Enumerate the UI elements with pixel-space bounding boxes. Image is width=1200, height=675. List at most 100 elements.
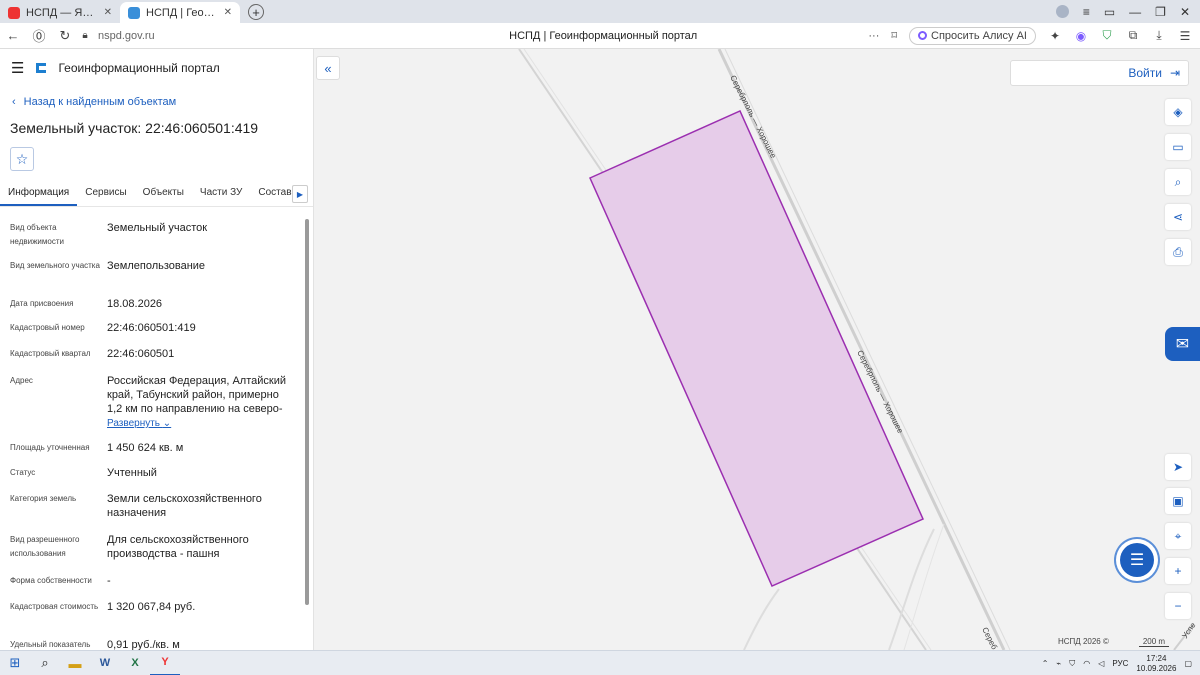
feedback-widget-button[interactable]: ✉ <box>1165 327 1200 361</box>
close-icon[interactable]: ✕ <box>104 7 112 18</box>
maximize-icon[interactable]: ❐ <box>1155 5 1166 19</box>
new-tab-button[interactable]: + <box>248 4 264 20</box>
network-icon[interactable]: ⌁ <box>1056 659 1061 668</box>
attribute-key: Форма собственности <box>10 576 92 585</box>
attribution-text: НСПД 2026 © <box>1058 637 1109 646</box>
wifi-icon[interactable]: ◠ <box>1083 659 1090 668</box>
page-title-bar: НСПД | Геоинформационный портал <box>509 29 698 42</box>
back-arrow-icon[interactable]: ← <box>0 28 26 43</box>
tabs-scroll-right-button[interactable]: ▶ <box>292 185 308 203</box>
bookmark-icon[interactable]: ⌑ <box>891 29 897 42</box>
pin-search-icon: ⌖ <box>1174 528 1182 543</box>
scale-bar: 200 m <box>1138 637 1170 647</box>
share-icon: ⋖ <box>1172 210 1184 224</box>
browser-tab-yandex[interactable]: НСПД — Яндекс: нашлось ✕ <box>0 2 120 23</box>
profile-avatar[interactable] <box>1055 5 1069 18</box>
puzzle-icon[interactable]: ⧉ <box>1126 28 1140 43</box>
hamburger-menu-icon[interactable]: ☰ <box>11 59 24 77</box>
portal-logo-icon <box>36 63 47 73</box>
area-search-button[interactable]: ⌕ <box>1165 169 1191 195</box>
bookmark-manager-icon[interactable]: ▭ <box>1104 5 1115 19</box>
language-indicator[interactable]: РУС <box>1112 659 1128 668</box>
favorite-star-button[interactable]: ☆ <box>10 147 34 171</box>
reload-icon[interactable]: ↻ <box>52 28 78 44</box>
login-button[interactable]: Войти ⇥ <box>1010 60 1189 86</box>
search-icon[interactable]: ⌕ <box>30 651 60 675</box>
address-bar: ← ⓪ ↻ 🔒︎ nspd.gov.ru НСПД | Геоинформаци… <box>0 23 1200 49</box>
browser-tab-nspd[interactable]: НСПД | Геоинформацио ✕ <box>120 2 240 23</box>
attribute-key: Кадастровая стоимость <box>10 602 99 611</box>
tab-parcel-parts[interactable]: Части ЗУ <box>192 181 250 206</box>
geo-search-button[interactable]: ⌖ <box>1165 523 1191 549</box>
menu-icon[interactable]: ☰ <box>1178 29 1192 43</box>
download-icon[interactable]: ⤓ <box>1152 28 1166 43</box>
chat-assistant-button[interactable]: ☰ <box>1120 543 1154 577</box>
map-canvas[interactable]: Серебрполь — Хорошее Серебрполь — Хороше… <box>314 49 1200 650</box>
locate-me-button[interactable]: ➤ <box>1165 454 1191 480</box>
panel-scrollbar[interactable] <box>304 215 310 647</box>
back-to-results-link[interactable]: ‹ Назад к найденным объектам <box>12 96 176 108</box>
excel-icon[interactable]: X <box>120 651 150 675</box>
attribute-value: Учтенный <box>107 467 157 479</box>
extension-icon[interactable]: ◉ <box>1074 29 1088 43</box>
chevron-down-icon: ⌄ <box>162 418 172 429</box>
volume-icon[interactable]: ◁ <box>1098 659 1104 668</box>
minimize-icon[interactable]: — <box>1129 5 1141 19</box>
more-icon[interactable]: ··· <box>868 30 879 42</box>
tab-objects[interactable]: Объекты <box>135 181 192 206</box>
alice-icon <box>918 31 928 40</box>
back-link-label: Назад к найденным объектам <box>23 96 177 108</box>
ruler-button[interactable]: ▭ <box>1165 134 1191 160</box>
attribute-key: Адрес <box>10 376 33 385</box>
attribute-key: Категория земель <box>10 494 77 503</box>
attribute-value: Землепользование <box>107 260 206 272</box>
shield-icon[interactable]: ⛉ <box>1100 28 1114 43</box>
url-text[interactable]: nspd.gov.ru <box>98 30 338 42</box>
chevron-up-icon[interactable]: ⌃ <box>1042 659 1049 668</box>
tab-services[interactable]: Сервисы <box>77 181 134 206</box>
windows-start-icon[interactable]: ⊞ <box>0 651 30 675</box>
share-button[interactable]: ⋖ <box>1165 204 1191 230</box>
info-tabs: Информация Сервисы Объекты Части ЗУ Сост… <box>0 181 313 207</box>
scrollbar-thumb[interactable] <box>305 219 309 605</box>
extension-icon[interactable]: ✦ <box>1048 29 1062 43</box>
file-explorer-icon[interactable]: ▬ <box>60 651 90 675</box>
login-arrow-icon: ⇥ <box>1169 66 1180 80</box>
attribute-value: 22:46:060501:419 <box>107 322 196 334</box>
ruler-icon: ▭ <box>1172 140 1184 154</box>
close-icon[interactable]: ✕ <box>224 7 232 18</box>
tab-information[interactable]: Информация <box>0 181 78 206</box>
attribute-value: Земли сельскохозяйственного назначения <box>107 493 262 519</box>
notifications-icon[interactable]: ▢ <box>1184 659 1192 668</box>
map-svg: Серебрполь — Хорошее Серебрполь — Хороше… <box>314 49 1200 650</box>
yandex-browser-icon[interactable]: Y <box>150 651 180 675</box>
tab-title: НСПД — Яндекс: нашлось <box>26 6 98 19</box>
print-button[interactable]: ⎙ <box>1165 239 1191 265</box>
attribute-key: Кадастровый номер <box>10 323 85 332</box>
map-attribution: НСПД 2026 © 200 m <box>1058 637 1170 647</box>
alice-label: Спросить Алису AI <box>931 29 1027 42</box>
expand-address-link[interactable]: Развернуть ⌄ <box>107 417 297 431</box>
attribute-key: Удельный показатель <box>10 640 91 649</box>
attribute-value: 22:46:060501 <box>107 348 175 360</box>
zoom-in-button[interactable]: + <box>1165 558 1191 584</box>
window-controls: ≡ ▭ — ❐ ✕ <box>1055 0 1200 23</box>
minimap-button[interactable]: ▣ <box>1165 488 1191 514</box>
collapse-panel-button[interactable]: « <box>316 56 340 80</box>
system-clock[interactable]: 17:24 10.09.2026 <box>1136 654 1176 674</box>
close-window-icon[interactable]: ✕ <box>1180 5 1190 19</box>
shield-icon[interactable]: ⛉ <box>1069 659 1075 669</box>
word-icon[interactable]: W <box>90 651 120 675</box>
ask-alice-button[interactable]: Спросить Алису AI <box>909 26 1036 45</box>
layers-button[interactable]: ◈ <box>1165 99 1191 125</box>
attribute-value: Российская Федерация, Алтайский край, Та… <box>107 374 297 431</box>
chat-icon: ☰ <box>1129 552 1145 569</box>
attribute-value: 1 450 624 кв. м <box>107 442 184 454</box>
zoom-out-button[interactable]: − <box>1165 593 1191 619</box>
object-title: Земельный участок: 22:46:060501:419 <box>10 120 259 136</box>
chevron-left-icon: ‹ <box>12 96 16 108</box>
menu-icon[interactable]: ≡ <box>1083 5 1090 19</box>
clock-date: 10.09.2026 <box>1136 663 1177 673</box>
portal-brand: Геоинформационный портал <box>58 61 220 75</box>
yandex-ya-icon[interactable]: ⓪ <box>26 26 52 45</box>
